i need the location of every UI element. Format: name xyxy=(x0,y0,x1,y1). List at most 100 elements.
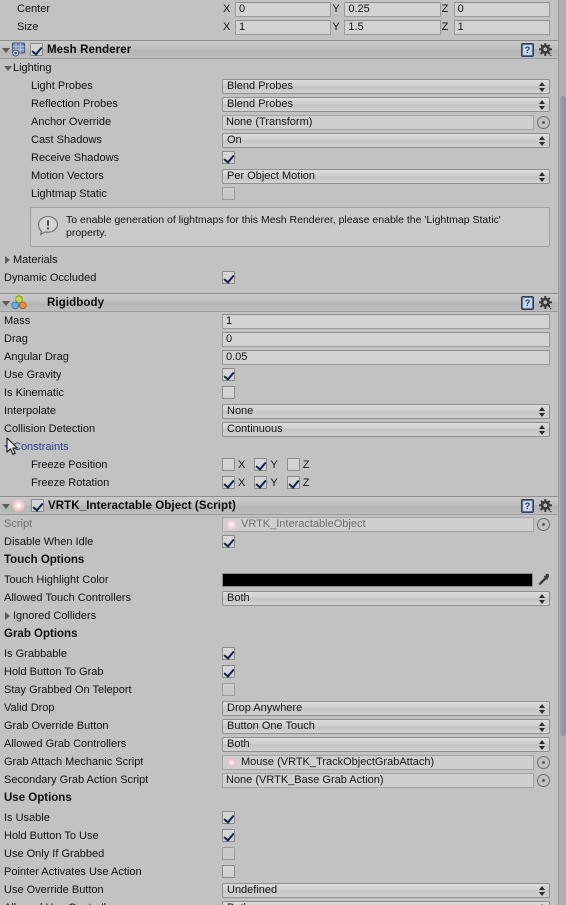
freeze-rotation-y-checkbox[interactable] xyxy=(254,476,268,489)
motion-vectors-dropdown[interactable]: Per Object Motion xyxy=(222,169,550,184)
gear-icon[interactable] xyxy=(539,43,553,57)
freeze-position-y-checkbox[interactable] xyxy=(254,458,268,471)
drag-input[interactable]: 0 xyxy=(222,332,550,347)
object-picker-icon[interactable] xyxy=(537,756,550,769)
foldout-materials[interactable]: Materials xyxy=(0,251,558,269)
allowed-use-controllers-dropdown[interactable]: Both xyxy=(222,901,550,905)
vector3-z[interactable]: Z 0 xyxy=(441,1,550,17)
chevron-down-icon[interactable] xyxy=(2,438,13,456)
vector3-field-size[interactable]: X 1 Y 1.5 Z 1 xyxy=(222,19,550,35)
freeze-rotation-x-checkbox[interactable] xyxy=(222,476,235,489)
is-grabbable-checkbox[interactable] xyxy=(222,647,235,660)
hold-button-to-grab-checkbox[interactable] xyxy=(222,665,235,678)
object-picker-icon[interactable] xyxy=(537,116,550,129)
size-z-input[interactable]: 1 xyxy=(453,19,550,35)
freeze-position-x[interactable]: X xyxy=(222,458,245,471)
help-icon[interactable]: ? xyxy=(521,296,534,310)
valid-drop-dropdown[interactable]: Drop Anywhere xyxy=(222,701,550,716)
mass-input[interactable]: 1 xyxy=(222,314,550,329)
dropdown-value: Per Object Motion xyxy=(227,170,316,182)
chevron-down-icon[interactable] xyxy=(0,294,11,312)
pointer-activates-use-action-checkbox[interactable] xyxy=(222,865,235,878)
use-override-button-dropdown[interactable]: Undefined xyxy=(222,883,550,898)
disable-when-idle-checkbox[interactable] xyxy=(222,535,235,548)
field: None xyxy=(222,404,550,419)
dynamic-occluded-checkbox[interactable] xyxy=(222,271,235,284)
hold-button-to-use-checkbox[interactable] xyxy=(222,829,235,842)
vector3-y[interactable]: Y 0.25 xyxy=(331,1,441,17)
component-header-mesh-renderer[interactable]: Mesh Renderer ? xyxy=(0,40,558,59)
object-picker-icon[interactable] xyxy=(537,518,550,531)
allowed-touch-controllers-dropdown[interactable]: Both xyxy=(222,591,550,606)
lightmap-static-checkbox[interactable] xyxy=(222,187,235,200)
property-row-reflection-probes: Reflection Probes Blend Probes xyxy=(0,95,558,113)
touch-highlight-color-swatch[interactable] xyxy=(222,573,533,587)
vector3-y[interactable]: Y 1.5 xyxy=(331,19,441,35)
chevron-down-icon[interactable] xyxy=(0,497,11,515)
component-enabled-checkbox[interactable] xyxy=(30,43,43,56)
grab-attach-mechanic-object-field[interactable]: Mouse (VRTK_TrackObjectGrabAttach) xyxy=(222,755,534,770)
size-x-input[interactable]: 1 xyxy=(235,19,332,35)
freeze-rotation-z-checkbox[interactable] xyxy=(286,476,300,489)
property-label: Size xyxy=(17,21,39,33)
dropdown-value: Blend Probes xyxy=(227,80,294,92)
cast-shadows-dropdown[interactable]: On xyxy=(222,133,550,148)
freeze-rotation-z[interactable]: Z xyxy=(286,476,310,489)
light-probes-dropdown[interactable]: Blend Probes xyxy=(222,79,550,94)
anchor-override-object-field[interactable]: None (Transform) xyxy=(222,115,534,130)
foldout-constraints[interactable]: Constraints xyxy=(0,438,558,456)
is-usable-checkbox[interactable] xyxy=(222,811,235,824)
object-picker-icon[interactable] xyxy=(537,774,550,787)
vector3-z[interactable]: Z 1 xyxy=(441,19,550,35)
freeze-rotation-x[interactable]: X xyxy=(222,476,245,489)
angular-drag-input[interactable]: 0.05 xyxy=(222,350,550,365)
help-icon[interactable]: ? xyxy=(521,499,534,513)
center-x-input[interactable]: 0 xyxy=(235,1,332,17)
receive-shadows-checkbox[interactable] xyxy=(222,151,235,164)
foldout-ignored-colliders[interactable]: Ignored Colliders xyxy=(0,607,558,625)
size-y-input[interactable]: 1.5 xyxy=(344,19,441,35)
gear-icon[interactable] xyxy=(539,296,553,310)
scrollbar-thumb[interactable] xyxy=(560,96,566,736)
is-kinematic-checkbox[interactable] xyxy=(222,386,235,399)
use-only-if-grabbed-checkbox[interactable] xyxy=(222,847,235,860)
eyedropper-icon[interactable] xyxy=(536,573,550,587)
center-y-input[interactable]: 0.25 xyxy=(344,1,441,17)
component-header-rigidbody[interactable]: Rigidbody ? xyxy=(0,293,558,312)
chevron-down-icon[interactable] xyxy=(0,41,11,59)
component-enabled-checkbox[interactable] xyxy=(31,499,44,512)
vector3-x[interactable]: X 1 xyxy=(222,19,332,35)
vector3-x[interactable]: X 0 xyxy=(222,1,332,17)
foldout-label: Materials xyxy=(13,254,58,266)
stay-grabbed-on-teleport-checkbox[interactable] xyxy=(222,683,235,696)
freeze-position-z-checkbox[interactable] xyxy=(286,458,300,471)
vertical-scrollbar[interactable] xyxy=(558,0,566,905)
foldout-lighting[interactable]: Lighting xyxy=(0,59,558,77)
property-row-collision-detection: Collision Detection Continuous xyxy=(0,420,558,438)
reflection-probes-dropdown[interactable]: Blend Probes xyxy=(222,97,550,112)
chevron-right-icon[interactable] xyxy=(2,251,13,269)
chevron-down-icon[interactable] xyxy=(2,59,13,77)
component-header-vrtk-interactable-object[interactable]: VRTK_Interactable Object (Script) ? xyxy=(0,496,558,515)
field xyxy=(222,847,550,862)
freeze-rotation-y[interactable]: Y xyxy=(254,476,278,489)
axis-label-z: Z xyxy=(302,476,310,489)
help-icon[interactable]: ? xyxy=(521,43,534,57)
center-z-input[interactable]: 0 xyxy=(453,1,550,17)
vector3-field-center[interactable]: X 0 Y 0.25 Z 0 xyxy=(222,1,550,17)
interpolate-dropdown[interactable]: None xyxy=(222,404,550,419)
chevron-right-icon[interactable] xyxy=(2,607,13,625)
allowed-grab-controllers-dropdown[interactable]: Both xyxy=(222,737,550,752)
freeze-position-z[interactable]: Z xyxy=(286,458,309,471)
collision-detection-dropdown[interactable]: Continuous xyxy=(222,422,550,437)
dropdown-value: Continuous xyxy=(227,423,283,435)
object-name: Mouse (VRTK_TrackObjectGrabAttach) xyxy=(241,756,435,768)
help-text: To enable generation of lightmaps for th… xyxy=(66,214,501,239)
property-row-use-override-button: Use Override Button Undefined xyxy=(0,881,558,899)
use-gravity-checkbox[interactable] xyxy=(222,368,235,381)
secondary-grab-action-object-field[interactable]: None (VRTK_Base Grab Action) xyxy=(222,773,534,788)
freeze-position-y[interactable]: Y xyxy=(254,458,278,471)
gear-icon[interactable] xyxy=(539,499,553,513)
grab-override-button-dropdown[interactable]: Button One Touch xyxy=(222,719,550,734)
freeze-position-x-checkbox[interactable] xyxy=(222,458,235,471)
